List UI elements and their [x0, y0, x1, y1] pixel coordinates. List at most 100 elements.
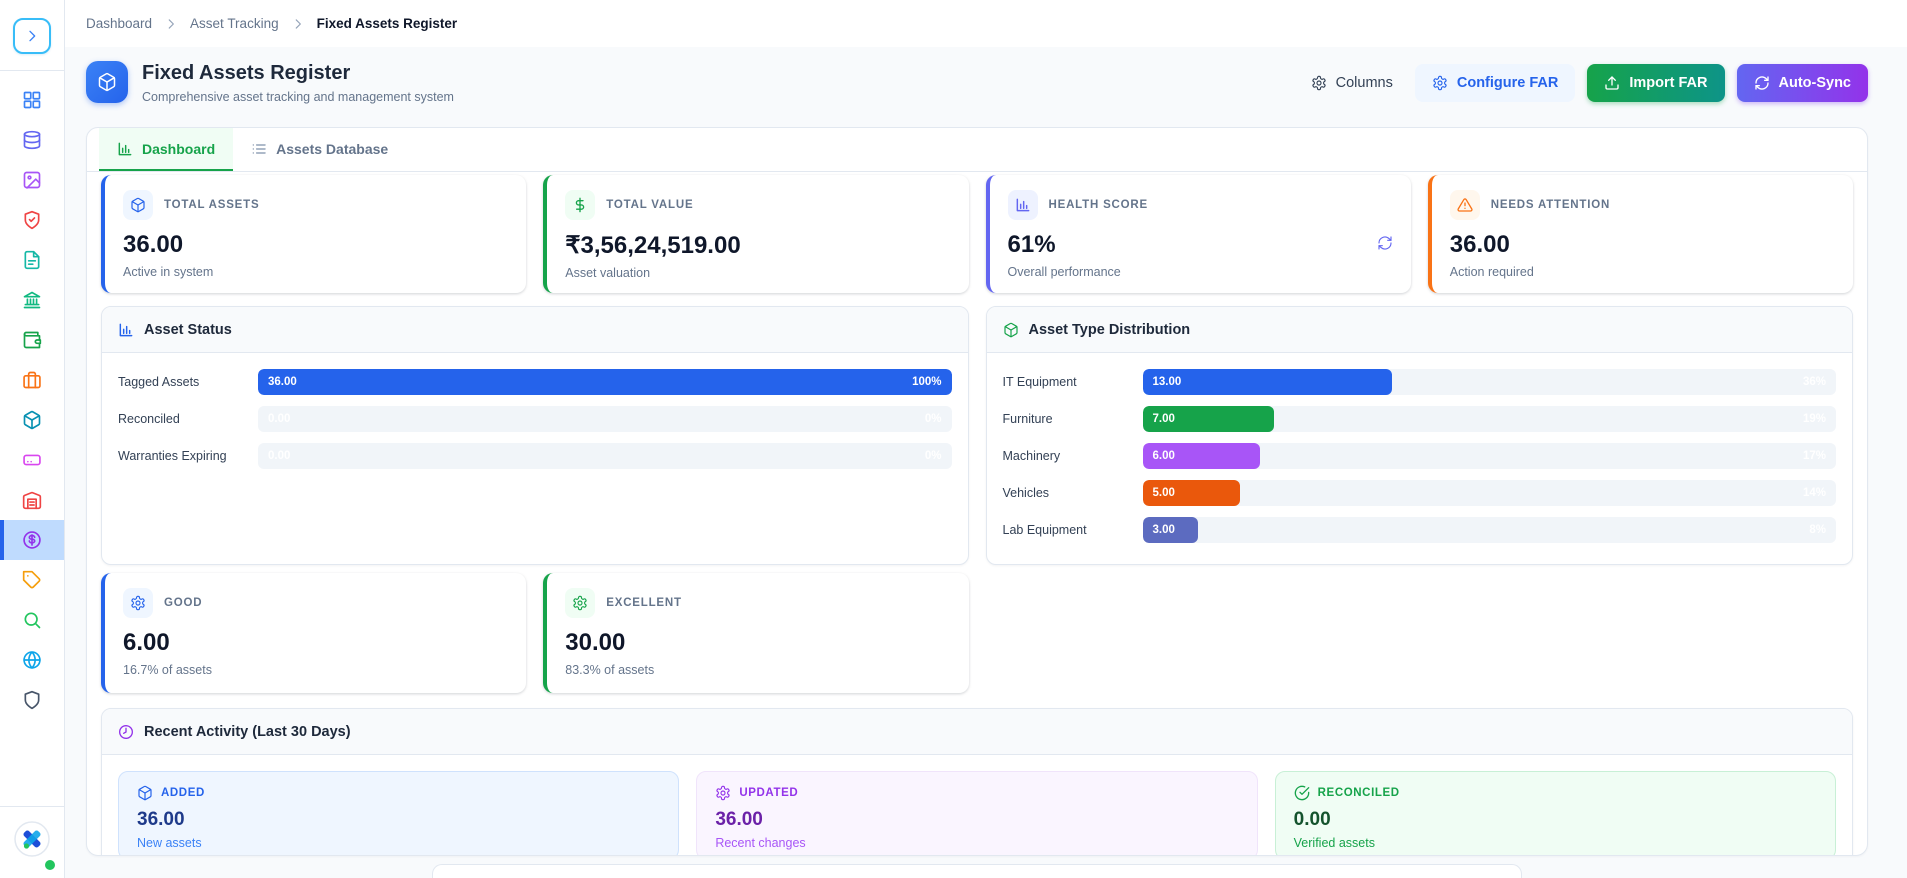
activity-card-added: ADDED 36.00 New assets	[118, 771, 679, 856]
clock-icon	[118, 724, 134, 740]
sidebar-item-media[interactable]	[0, 160, 64, 200]
sidebar-item-fixed-assets[interactable]	[0, 520, 64, 560]
bar-label: Warranties Expiring	[118, 449, 258, 463]
activity-label: RECONCILED	[1318, 787, 1400, 799]
stat-card-total-value: TOTAL VALUE ₹3,56,24,519.00 Asset valuat…	[543, 175, 968, 293]
configure-far-button[interactable]: Configure FAR	[1415, 64, 1576, 102]
activity-subtitle: New assets	[137, 836, 660, 850]
gear-icon	[715, 785, 731, 801]
sidebar-toggle-button[interactable]	[13, 18, 51, 54]
sidebar-nav	[0, 71, 64, 806]
tab-container: Dashboard Assets Database TOTAL ASSETS 3	[86, 127, 1868, 856]
sidebar	[0, 0, 65, 878]
configure-far-button-label: Configure FAR	[1457, 75, 1559, 91]
chevron-right-icon	[24, 28, 40, 44]
refresh-icon	[1377, 235, 1393, 251]
stat-cards-row: TOTAL ASSETS 36.00 Active in system TOTA…	[101, 175, 1853, 293]
title-wrap: Fixed Assets Register Comprehensive asse…	[86, 61, 454, 104]
check-circle-icon	[1294, 785, 1310, 801]
sidebar-item-tags[interactable]	[0, 560, 64, 600]
stat-value: 36.00	[123, 231, 508, 259]
columns-button[interactable]: Columns	[1301, 64, 1403, 102]
import-far-button[interactable]: Import FAR	[1587, 64, 1724, 102]
bar-chart-icon	[117, 141, 133, 157]
globe-icon	[22, 650, 42, 670]
stat-label: HEALTH SCORE	[1049, 199, 1148, 211]
tab-assets-database[interactable]: Assets Database	[233, 128, 406, 171]
grade-value: 30.00	[565, 629, 950, 657]
wallet-icon	[22, 330, 42, 350]
panel-title: Recent Activity (Last 30 Days)	[144, 724, 351, 740]
sidebar-item-compliance[interactable]	[0, 200, 64, 240]
chevron-right-icon	[164, 17, 178, 31]
auto-sync-button[interactable]: Auto-Sync	[1737, 64, 1869, 102]
bar-value: 5.00	[1153, 487, 1175, 499]
cube-icon	[123, 190, 153, 220]
stat-value: 61%	[1008, 231, 1393, 259]
stat-subtitle: Active in system	[123, 265, 508, 279]
grade-subtitle: 16.7% of assets	[123, 663, 508, 677]
bank-icon	[22, 290, 42, 310]
breadcrumb-current: Fixed Assets Register	[317, 16, 458, 31]
bar-label: Furniture	[1003, 412, 1143, 426]
sidebar-item-dashboard[interactable]	[0, 80, 64, 120]
activity-label: UPDATED	[739, 787, 798, 799]
activity-subtitle: Verified assets	[1294, 836, 1817, 850]
grade-label: EXCELLENT	[606, 597, 682, 609]
status-row-tagged-assets: Tagged Assets 36.00 100%	[118, 369, 952, 395]
sidebar-item-web[interactable]	[0, 640, 64, 680]
tab-dashboard-label: Dashboard	[142, 141, 215, 157]
bar-label: Machinery	[1003, 449, 1143, 463]
app-root: Dashboard Asset Tracking Fixed Assets Re…	[0, 0, 1907, 878]
bar-value: 7.00	[1153, 413, 1175, 425]
sidebar-item-search[interactable]	[0, 600, 64, 640]
import-far-button-label: Import FAR	[1629, 75, 1707, 91]
sidebar-item-warehouse[interactable]	[0, 480, 64, 520]
bar-percent: 0%	[925, 413, 942, 425]
sidebar-item-security[interactable]	[0, 680, 64, 720]
bar-track: 13.00 36%	[1143, 369, 1837, 395]
bar-value: 0.00	[268, 413, 290, 425]
bar-value: 13.00	[1153, 376, 1182, 388]
bar-label: Reconciled	[118, 412, 258, 426]
image-icon	[22, 170, 42, 190]
app-logo[interactable]	[14, 821, 50, 862]
sidebar-footer	[0, 806, 64, 878]
middle-panels-row: Asset Status Tagged Assets 36.00 100%	[101, 306, 1853, 565]
distribution-row-machinery: Machinery 6.00 17%	[1003, 443, 1837, 469]
fixed-assets-app-icon	[86, 61, 128, 103]
refresh-health-score-button[interactable]	[1377, 235, 1393, 251]
activity-subtitle: Recent changes	[715, 836, 1238, 850]
sidebar-item-wallet[interactable]	[0, 320, 64, 360]
distribution-row-vehicles: Vehicles 5.00 14%	[1003, 480, 1837, 506]
sidebar-item-documents[interactable]	[0, 240, 64, 280]
sidebar-item-assets[interactable]	[0, 400, 64, 440]
stat-value: ₹3,56,24,519.00	[565, 231, 950, 260]
bar-track: 6.00 17%	[1143, 443, 1837, 469]
sidebar-item-institution[interactable]	[0, 280, 64, 320]
bar-fill	[258, 369, 952, 395]
panel-title: Asset Status	[144, 322, 232, 338]
bar-track: 0.00 0%	[258, 443, 952, 469]
tab-dashboard[interactable]: Dashboard	[99, 128, 233, 171]
status-row-reconciled: Reconciled 0.00 0%	[118, 406, 952, 432]
drive-icon	[22, 450, 42, 470]
sidebar-item-database[interactable]	[0, 120, 64, 160]
warehouse-icon	[22, 490, 42, 510]
sidebar-item-portfolio[interactable]	[0, 360, 64, 400]
sidebar-item-storage[interactable]	[0, 440, 64, 480]
cube-icon	[137, 785, 153, 801]
breadcrumb-dashboard[interactable]: Dashboard	[86, 16, 152, 31]
activity-label: ADDED	[161, 787, 205, 799]
auto-sync-button-label: Auto-Sync	[1779, 75, 1852, 91]
gear-icon	[1432, 75, 1448, 91]
grid-icon	[22, 90, 42, 110]
gear-icon	[565, 588, 595, 618]
tab-bar: Dashboard Assets Database	[87, 128, 1867, 172]
breadcrumb: Dashboard Asset Tracking Fixed Assets Re…	[86, 16, 457, 31]
breadcrumb-asset-tracking[interactable]: Asset Tracking	[190, 16, 279, 31]
online-status-dot	[45, 860, 55, 870]
bar-label: IT Equipment	[1003, 375, 1143, 389]
asset-type-distribution-panel: Asset Type Distribution IT Equipment 13.…	[986, 306, 1854, 565]
topbar: Dashboard Asset Tracking Fixed Assets Re…	[65, 0, 1907, 47]
